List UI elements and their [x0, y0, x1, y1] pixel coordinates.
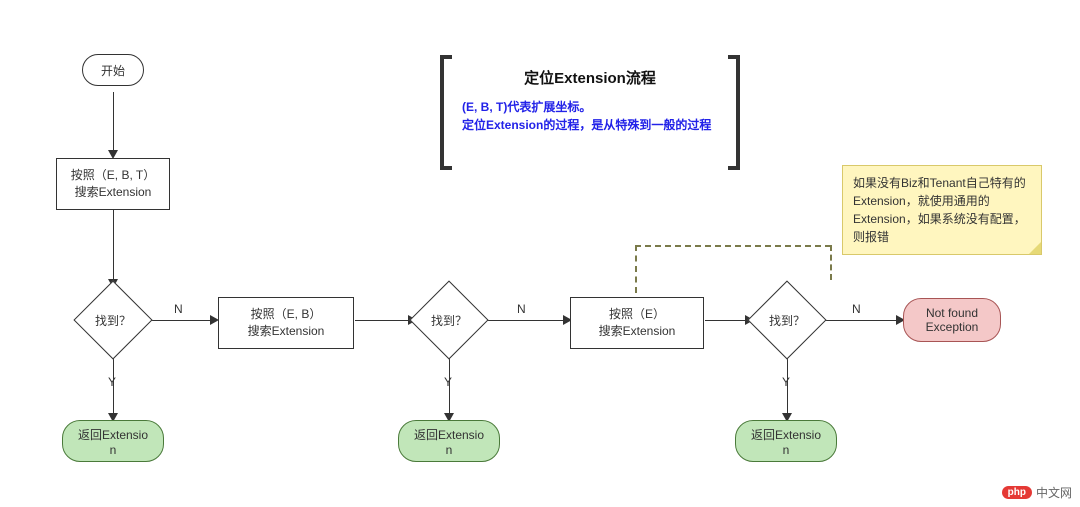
return-extension-3: 返回Extensio n	[735, 420, 837, 462]
process-search-e: 按照（E） 搜索Extension	[570, 297, 704, 349]
return-extension-2: 返回Extensio n	[398, 420, 500, 462]
watermark-badge: php	[1002, 486, 1032, 499]
note-connector	[635, 245, 637, 293]
start-label: 开始	[101, 62, 125, 79]
decision-label: 找到？	[409, 312, 489, 329]
edge-label-yes: Y	[444, 375, 452, 389]
process-line: 搜索Extension	[599, 323, 676, 340]
connector	[113, 92, 114, 152]
edge-label-no: N	[174, 302, 183, 316]
start-node: 开始	[82, 54, 144, 86]
edge-label-yes: Y	[108, 375, 116, 389]
process-search-ebt: 按照（E, B, T） 搜索Extension	[56, 158, 170, 210]
connector	[705, 320, 747, 321]
term-line: Not found	[926, 306, 979, 320]
edge-label-yes: Y	[782, 375, 790, 389]
process-line: 搜索Extension	[71, 184, 155, 201]
watermark-text: 中文网	[1036, 484, 1072, 501]
term-line: 返回Extensio	[751, 426, 821, 443]
annotation-note: 如果没有Biz和Tenant自己特有的Extension，就使用通用的Exten…	[842, 165, 1042, 255]
connector	[355, 320, 410, 321]
bracket-right-icon	[728, 55, 740, 170]
error-not-found: Not found Exception	[903, 298, 1001, 342]
term-line: Exception	[926, 320, 979, 334]
note-text: 如果没有Biz和Tenant自己特有的Extension，就使用通用的Exten…	[853, 176, 1026, 244]
term-line: n	[78, 443, 148, 457]
term-line: n	[414, 443, 484, 457]
process-search-eb: 按照（E, B） 搜索Extension	[218, 297, 354, 349]
info-line: (E, B, T)代表扩展坐标。	[462, 98, 718, 116]
bracket-left-icon	[440, 55, 452, 170]
connector	[823, 320, 898, 321]
info-line: 定位Extension的过程，是从特殊到一般的过程	[462, 116, 718, 134]
decision-found-1: 找到？	[73, 280, 153, 360]
connector	[485, 320, 565, 321]
decision-label: 找到？	[73, 312, 153, 329]
connector	[113, 206, 114, 281]
process-line: 按照（E, B, T）	[71, 167, 155, 184]
process-line: 按照（E, B）	[248, 306, 325, 323]
edge-label-no: N	[852, 302, 861, 316]
note-connector	[635, 245, 831, 247]
info-title: 定位Extension流程	[462, 67, 718, 88]
process-line: 按照（E）	[599, 306, 676, 323]
watermark: php 中文网	[1002, 484, 1072, 501]
decision-label: 找到？	[747, 312, 827, 329]
return-extension-1: 返回Extensio n	[62, 420, 164, 462]
connector	[150, 320, 212, 321]
process-line: 搜索Extension	[248, 323, 325, 340]
decision-found-2: 找到？	[409, 280, 489, 360]
term-line: 返回Extensio	[414, 426, 484, 443]
term-line: n	[751, 443, 821, 457]
decision-found-3: 找到？	[747, 280, 827, 360]
term-line: 返回Extensio	[78, 426, 148, 443]
edge-label-no: N	[517, 302, 526, 316]
info-panel: 定位Extension流程 (E, B, T)代表扩展坐标。 定位Extensi…	[440, 55, 740, 170]
note-connector	[830, 245, 832, 280]
